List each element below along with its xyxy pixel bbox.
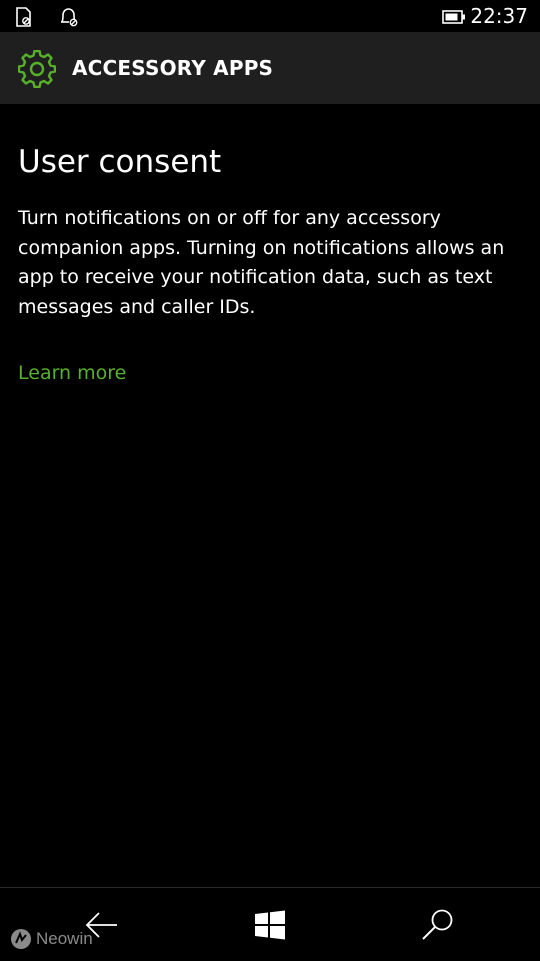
consent-description: Turn notifications on or off for any acc…: [18, 207, 505, 318]
watermark-text: Neowin: [36, 929, 93, 948]
notification-blocked-icon: [58, 6, 80, 32]
sim-missing-icon: [14, 6, 34, 32]
section-heading: User consent: [18, 144, 222, 180]
status-time: 22:37: [470, 4, 528, 28]
windows-start-icon[interactable]: [248, 904, 292, 948]
status-bar: 22:37: [0, 0, 540, 32]
search-icon[interactable]: [416, 904, 460, 948]
page-header: ACCESSORY APPS: [0, 32, 540, 104]
neowin-logo-icon: [11, 929, 31, 949]
battery-icon: [442, 9, 466, 28]
page-title: ACCESSORY APPS: [72, 56, 274, 80]
gear-icon: [17, 49, 57, 89]
main-content: User consent Turn notifications on or of…: [18, 140, 518, 387]
learn-more-link[interactable]: Learn more: [18, 359, 126, 387]
